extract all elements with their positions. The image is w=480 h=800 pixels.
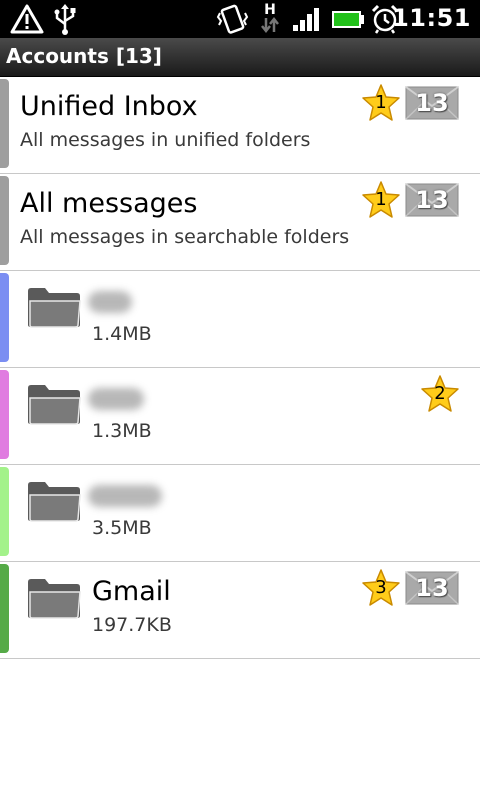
redacted-account-name — [88, 291, 132, 313]
network-type-label: H — [264, 2, 276, 18]
account-detail: All messages in unified folders — [20, 129, 311, 151]
flagged-count-badge[interactable]: 3 — [361, 568, 401, 608]
account-size: 1.3MB — [92, 420, 152, 442]
account-name: Gmail — [92, 576, 171, 607]
account-color-bar — [0, 176, 9, 265]
signal-icon — [293, 8, 319, 31]
account-color-bar — [0, 564, 9, 653]
flagged-count: 1 — [375, 92, 387, 113]
flagged-count-badge[interactable]: 1 — [361, 83, 401, 123]
account-row[interactable]: 1.4MB — [0, 271, 480, 368]
unread-count: 13 — [415, 186, 449, 214]
flagged-count: 2 — [434, 383, 446, 404]
folder-icon — [28, 482, 81, 522]
account-detail: All messages in searchable folders — [20, 226, 350, 248]
flagged-count-badge[interactable]: 2 — [420, 374, 460, 414]
title-bar: Accounts [13] — [0, 38, 480, 77]
account-row-gmail[interactable]: Gmail 197.7KB 3 13 — [0, 562, 480, 659]
page-title: Accounts [13] — [6, 44, 162, 68]
usb-icon — [54, 4, 76, 35]
account-color-bar — [0, 370, 9, 459]
folder-icon — [28, 579, 81, 619]
vibrate-icon — [216, 4, 249, 34]
flagged-count: 1 — [375, 189, 387, 210]
battery-icon — [332, 11, 364, 28]
account-row[interactable]: 1.3MB 2 — [0, 368, 480, 465]
unread-count: 13 — [415, 574, 449, 602]
flagged-count: 3 — [375, 577, 387, 598]
account-row[interactable]: 3.5MB — [0, 465, 480, 562]
unread-count: 13 — [415, 89, 449, 117]
account-color-bar — [0, 273, 9, 362]
account-name: All messages — [20, 188, 198, 219]
account-list: Unified Inbox All messages in unified fo… — [0, 77, 480, 659]
account-row-all-messages[interactable]: All messages All messages in searchable … — [0, 174, 480, 271]
account-size: 1.4MB — [92, 323, 152, 345]
account-color-bar — [0, 467, 9, 556]
account-size: 197.7KB — [92, 614, 172, 636]
folder-icon — [28, 288, 81, 328]
unread-count-badge[interactable]: 13 — [405, 571, 459, 605]
account-size: 3.5MB — [92, 517, 152, 539]
redacted-account-name — [88, 388, 144, 410]
network-h-icon: H — [260, 3, 280, 35]
status-bar: H 11:51 — [0, 0, 480, 38]
unread-count-badge[interactable]: 13 — [405, 183, 459, 217]
flagged-count-badge[interactable]: 1 — [361, 180, 401, 220]
folder-icon — [28, 385, 81, 425]
redacted-account-name — [88, 485, 162, 507]
warning-icon — [10, 4, 44, 34]
account-row-unified-inbox[interactable]: Unified Inbox All messages in unified fo… — [0, 77, 480, 174]
unread-count-badge[interactable]: 13 — [405, 86, 459, 120]
clock: 11:51 — [392, 4, 471, 32]
account-name: Unified Inbox — [20, 91, 198, 122]
account-color-bar — [0, 79, 9, 168]
